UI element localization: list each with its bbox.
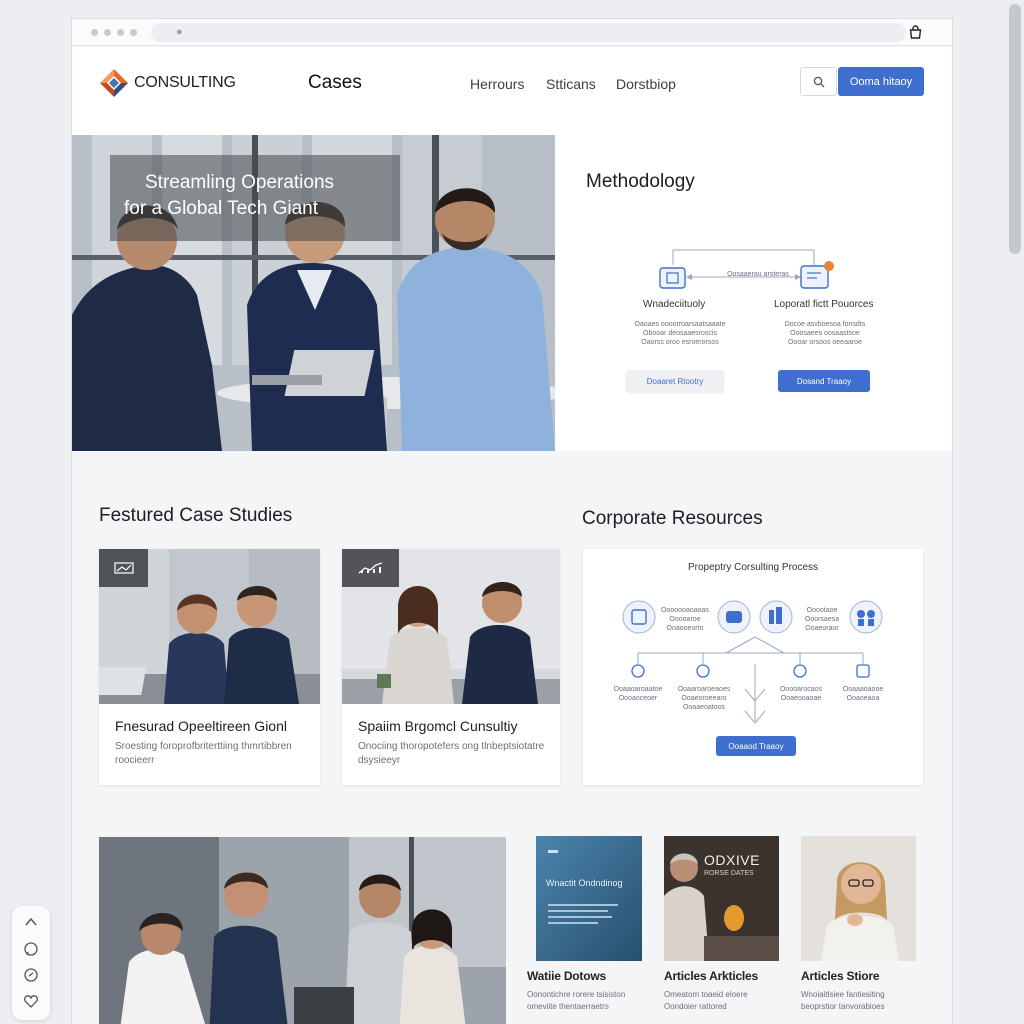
- case-study-title[interactable]: Fnesurad Opeeltireen Gionl: [115, 718, 287, 734]
- chart-icon: [358, 562, 382, 574]
- window-dot[interactable]: [91, 29, 98, 36]
- case-study-desc: Onociing thoropotefers ong tlnbeptsiotat…: [358, 741, 545, 766]
- hero-caption-line-2: for a Global Tech Giant: [124, 198, 318, 219]
- share-icon[interactable]: [23, 967, 39, 983]
- search-icon: [813, 76, 824, 87]
- case-tag-badge: [342, 549, 399, 587]
- image-icon: [113, 562, 134, 574]
- pin-icon: [631, 664, 645, 678]
- cover-art: [801, 836, 916, 961]
- chevron-up-icon[interactable]: [23, 914, 39, 930]
- building-icon: [759, 600, 793, 634]
- case-study-card[interactable]: Spaiim Brgomcl Cunsultiy Onociing thorop…: [342, 549, 560, 785]
- methodology-diagram: [659, 249, 834, 289]
- resources-section-title: Corporate Resources: [582, 508, 763, 529]
- document-icon: [800, 261, 834, 289]
- chat-icon[interactable]: [23, 941, 39, 957]
- methodology-left-label: Wnadeciituoly: [643, 299, 706, 310]
- lock-icon: [659, 267, 686, 289]
- process-step-labels: Ooooarocaos Ooaeooaoae: [779, 686, 823, 702]
- case-study-title[interactable]: Spaiim Brgomcl Cunsultiy: [358, 718, 518, 734]
- cover-caption: ODXIVE: [704, 852, 760, 868]
- people-icon: [849, 600, 883, 634]
- process-step-labels: Ooaaaoaooe Ooaoeaoa: [842, 686, 884, 702]
- resources-process-panel: Propeptry Corsulting Process Ooooooaoaoa…: [583, 549, 923, 785]
- lock-icon: ●: [176, 26, 183, 38]
- process-step-labels: Ooaaoaroaatoe Oooaoceoer: [613, 686, 663, 702]
- nav-cases[interactable]: Cases: [308, 72, 362, 94]
- cover-subcaption: RORSE DATES: [704, 870, 754, 877]
- process-step-labels: Ooaaroaroeaoes Ooaeoroeearo Ooaaeoatoos: [677, 686, 731, 711]
- cover-art: [536, 836, 642, 961]
- site-header: CONSULTING Cases Herrours Stticans Dorst…: [72, 47, 952, 135]
- resource-desc: Omeatom toaeid eloere Oondoier rattored: [664, 990, 748, 1011]
- cover-caption: Wnactit Ondndinog: [546, 878, 623, 888]
- info-icon: [793, 664, 807, 678]
- methodology-mini-heading: Oosaaerau arsteras: [727, 271, 789, 278]
- brand-name[interactable]: CONSULTING: [134, 74, 236, 92]
- hero-caption: Streamling Operations for a Global Tech …: [110, 155, 400, 241]
- methodology-left-button[interactable]: Doaaret Rtootry: [626, 370, 724, 392]
- address-bar[interactable]: ●: [151, 23, 906, 42]
- clipboard-icon: [856, 664, 870, 678]
- window-controls: [91, 29, 137, 36]
- case-study-desc: Sroesting foroprofbriterttiing thmrtibbr…: [115, 741, 292, 766]
- resource-title[interactable]: Articles Arkticles: [664, 969, 758, 983]
- case-tag-badge: [99, 549, 148, 587]
- gear-icon: [696, 664, 710, 678]
- case-study-card[interactable]: Fnesurad Opeeltireen Gionl Sroesting for…: [99, 549, 320, 785]
- methodology-right-label: Loporatl fictt Pouorces: [774, 299, 874, 310]
- resource-cover-article[interactable]: ODXIVE RORSE DATES: [664, 836, 779, 961]
- methodology-right-button[interactable]: Dosand Traaoy: [778, 370, 870, 392]
- nav-link-stticans[interactable]: Stticans: [546, 76, 596, 92]
- chat-icon: [717, 600, 751, 634]
- resource-title[interactable]: Articles Stiore: [801, 969, 880, 983]
- nav-link-herrours[interactable]: Herrours: [470, 76, 524, 92]
- heart-icon[interactable]: [23, 993, 39, 1009]
- methodology-right-fine: Docoe asvboesoa fonsdts Ooosaees oosaast…: [784, 321, 866, 346]
- resource-cover-portrait[interactable]: [801, 836, 916, 961]
- header-cta-button[interactable]: Ooma hitaoy: [838, 67, 924, 96]
- window-dot[interactable]: [130, 29, 137, 36]
- process-top-labels: Ooooooaoaoas Ooooaroe Ooaooeorto: [661, 607, 709, 632]
- case-study-photo: [342, 549, 560, 704]
- browser-window: ● CONSULTING Cases Herrours Stticans Dor…: [71, 18, 953, 1024]
- calculator-icon: [622, 600, 656, 634]
- bag-icon[interactable]: [909, 25, 922, 39]
- resource-desc: Oonontichre rorere tsisiston omeviite th…: [527, 990, 626, 1011]
- hero-caption-line-1: Streamling Operations: [145, 172, 335, 193]
- featured-section-title: Festured Case Studies: [99, 505, 293, 526]
- brand-logo[interactable]: [99, 68, 129, 98]
- page-scrollbar-thumb[interactable]: [1009, 4, 1021, 254]
- methodology-left-fine: Oaoaes oooorroarsaatsaaate Obooar deosaa…: [634, 321, 726, 346]
- process-right-labels: Ooootaoe Ooorsaesa Ooaeoraor: [804, 607, 840, 632]
- window-dot[interactable]: [117, 29, 124, 36]
- methodology-panel: Methodology Oosaaerau arsteras Wnadeciit…: [555, 135, 952, 451]
- search-button[interactable]: [800, 67, 837, 96]
- floating-toolbar: [12, 906, 50, 1020]
- window-dot[interactable]: [104, 29, 111, 36]
- nav-link-dorstbiop[interactable]: Dorstbiop: [616, 76, 676, 92]
- process-cta-button[interactable]: Ooaaod Traaoy: [716, 736, 796, 756]
- resource-desc: Wnoiaitlsiee fantiesiting beoprstior tan…: [801, 990, 885, 1011]
- team-meeting-photo: [99, 837, 506, 1024]
- resource-title[interactable]: Watiie Dotows: [527, 969, 606, 983]
- resource-cover-whitepaper[interactable]: Wnactit Ondndinog: [536, 836, 642, 961]
- case-study-photo: [99, 549, 320, 704]
- browser-chrome: ●: [72, 19, 952, 46]
